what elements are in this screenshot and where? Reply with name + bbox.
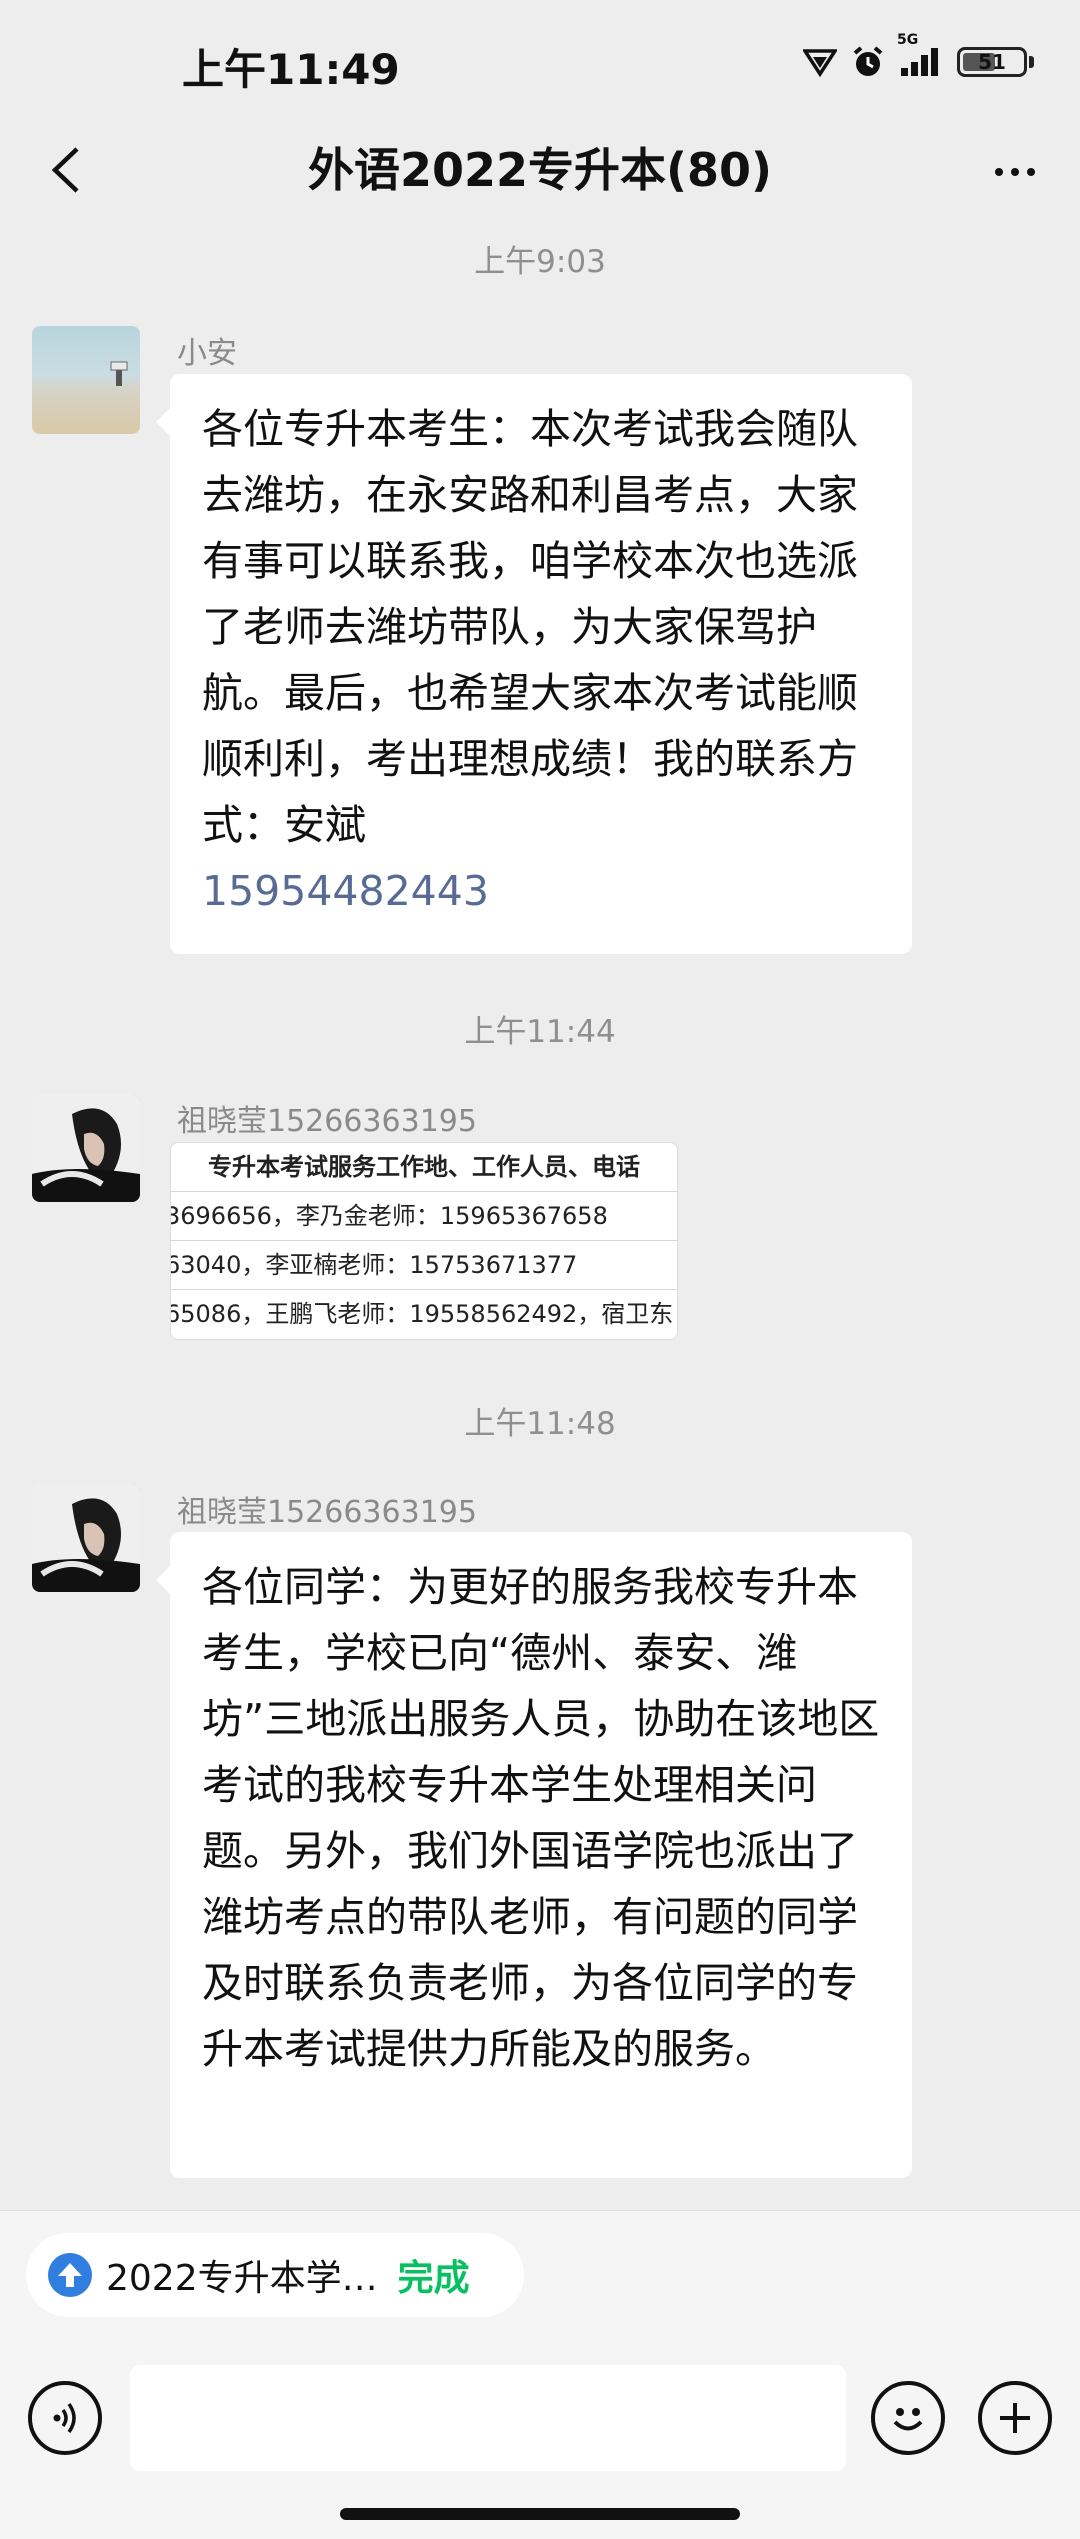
beach-lifeguard-icon [110, 361, 128, 386]
wifi-icon [803, 47, 837, 77]
status-icons: 5G 51 [803, 32, 1034, 84]
signal-icon: 5G [897, 32, 943, 78]
pin-arrow-icon [48, 2253, 92, 2297]
done-button[interactable]: 完成 [398, 2249, 470, 2301]
sender-name: 祖晓莹15266363195 [177, 1104, 477, 1139]
sender-name: 小安 [177, 336, 237, 371]
message-bubble[interactable]: 各位专升本考生：本次考试我会随队去潍坊，在永安路和利昌考点，大家有事可以联系我，… [156, 374, 912, 954]
image-table-header: 专升本考试服务工作地、工作人员、电话 [171, 1143, 677, 1192]
image-message[interactable]: 专升本考试服务工作地、工作人员、电话 3696656，李乃金老师：1596536… [170, 1142, 678, 1340]
message-timestamp: 上午11:44 [464, 1014, 616, 1050]
avatar[interactable] [32, 326, 140, 434]
more-functions-button[interactable] [978, 2381, 1052, 2455]
smiley-icon [893, 2408, 923, 2431]
person-avatar-icon [32, 1094, 140, 1202]
chat-input-area: 2022专升本学… 完成 [0, 2210, 1080, 2539]
more-dots-icon [991, 161, 1039, 180]
message-timestamp: 上午11:48 [464, 1406, 616, 1442]
message-timestamp: 上午9:03 [474, 244, 606, 280]
chat-header: 外语2022专升本(80) [0, 125, 1080, 215]
message-text: 各位专升本考生：本次考试我会随队去潍坊，在永安路和利昌考点，大家有事可以联系我，… [202, 405, 858, 849]
message-bubble[interactable]: 各位同学：为更好的服务我校专升本考生，学校已向“德州、泰安、潍坊”三地派出服务人… [156, 1532, 912, 2178]
pill-label: 2022专升本学… [106, 2258, 378, 2299]
pinned-task-pill[interactable]: 2022专升本学… 完成 [26, 2233, 524, 2317]
voice-input-button[interactable] [28, 2381, 102, 2455]
voice-icon [53, 2402, 76, 2434]
emoji-button[interactable] [871, 2381, 945, 2455]
message-input[interactable] [130, 2365, 846, 2471]
sender-name: 祖晓莹15266363195 [177, 1495, 477, 1530]
image-table-row: 63040，李亚楠老师：15753671377 [171, 1241, 677, 1290]
image-table-row: 3696656，李乃金老师：15965367658 [171, 1192, 677, 1241]
status-time: 上午11:49 [182, 45, 400, 94]
more-options-button[interactable] [980, 135, 1050, 205]
message-text: 各位同学：为更好的服务我校专升本考生，学校已向“德州、泰安、潍坊”三地派出服务人… [202, 1563, 880, 2073]
battery-level: 51 [978, 50, 1006, 74]
chat-title: 外语2022专升本(80) [307, 143, 773, 197]
phone-link[interactable]: 15954482443 [202, 867, 489, 915]
avatar[interactable] [32, 1094, 140, 1202]
avatar[interactable] [32, 1484, 140, 1592]
person-avatar-icon [32, 1484, 140, 1592]
image-table-row: 65086，王鹏飞老师：19558562492，宿卫东 [171, 1300, 674, 1328]
plus-icon [1000, 2403, 1030, 2433]
home-indicator[interactable] [340, 2508, 740, 2520]
status-bar: 上午11:49 5G 51 [0, 0, 1080, 125]
network-type-label: 5G [897, 32, 919, 48]
alarm-icon [851, 45, 885, 79]
battery-icon: 51 [957, 47, 1034, 77]
